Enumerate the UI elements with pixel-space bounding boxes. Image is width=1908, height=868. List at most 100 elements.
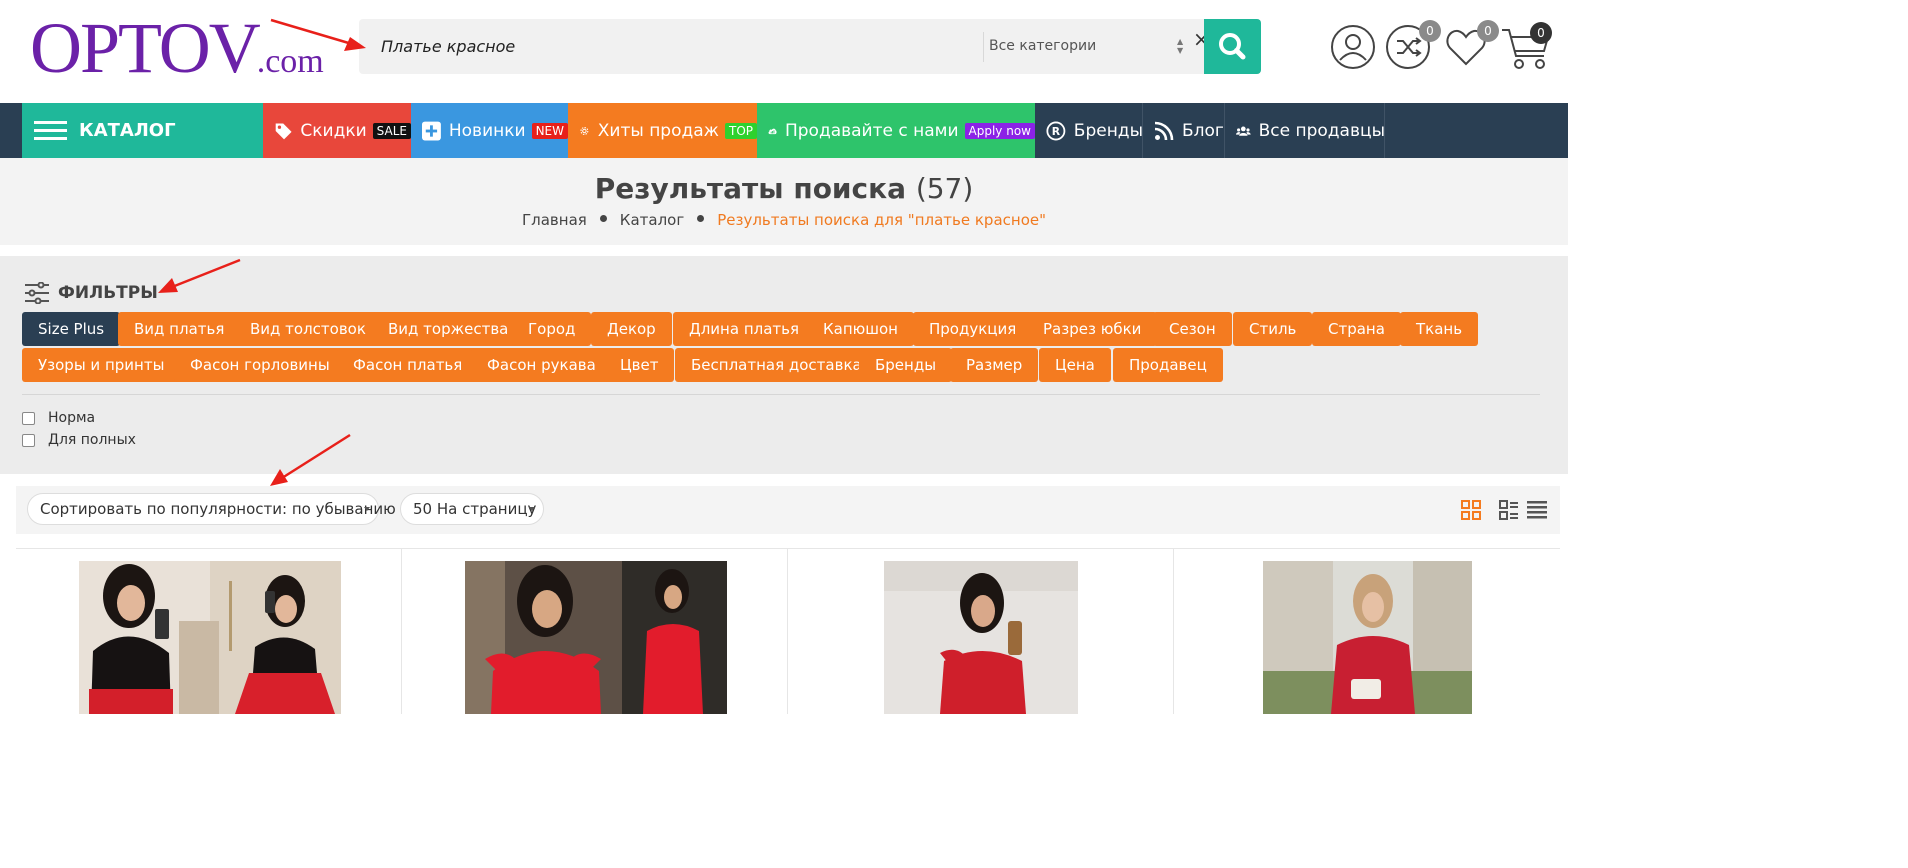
option-plus-size[interactable]: Для полных bbox=[22, 432, 136, 448]
apply-now-badge: Apply now bbox=[964, 122, 1035, 139]
site-header: OPTOV.com Все категории ▲▼ × 0 bbox=[0, 0, 1568, 103]
product-card[interactable] bbox=[16, 549, 402, 714]
page-title: Результаты поиска (57) bbox=[0, 172, 1568, 205]
filter-chip[interactable]: Декор bbox=[591, 312, 672, 346]
breadcrumb: Главная Каталог Результаты поиска для "пла… bbox=[0, 211, 1568, 229]
compare-button[interactable]: 0 bbox=[1385, 20, 1441, 70]
nav-brands[interactable]: R Бренды bbox=[1035, 103, 1143, 158]
sale-badge: SALE bbox=[372, 122, 411, 139]
sort-order-select[interactable]: Сортировать по популярности: по убыванию bbox=[27, 493, 396, 525]
breadcrumb-catalog[interactable]: Каталог bbox=[620, 211, 684, 229]
search-bar: Все категории ▲▼ × bbox=[359, 19, 1261, 74]
nav-sellers[interactable]: Все продавцы bbox=[1225, 103, 1385, 158]
site-logo[interactable]: OPTOV.com bbox=[30, 8, 324, 88]
checkbox[interactable] bbox=[22, 411, 35, 425]
filter-chip[interactable]: Фасон рукава bbox=[471, 348, 612, 382]
cart-button[interactable]: 0 bbox=[1500, 22, 1554, 70]
filter-chip[interactable]: Фасон платья bbox=[337, 348, 479, 382]
filter-chip[interactable]: Размер bbox=[950, 348, 1039, 382]
list-view-icon[interactable] bbox=[1527, 500, 1547, 520]
breadcrumb-separator bbox=[599, 215, 607, 222]
filter-chip[interactable]: Капюшон bbox=[807, 312, 914, 346]
catalog-menu-button[interactable]: КАТАЛОГ bbox=[22, 103, 263, 158]
search-category-label: Все категории bbox=[989, 38, 1097, 54]
nav-sale-label: Скидки bbox=[300, 120, 367, 141]
nav-sell[interactable]: Продавайте с нами Apply now bbox=[757, 103, 1035, 158]
option-label: Для полных bbox=[48, 432, 136, 448]
nav-sale[interactable]: Скидки SALE bbox=[263, 103, 411, 158]
filter-chip[interactable]: Цена bbox=[1039, 348, 1111, 382]
filter-chip[interactable]: Бренды bbox=[859, 348, 953, 382]
filters-divider bbox=[22, 394, 1540, 395]
catalog-label: КАТАЛОГ bbox=[79, 120, 176, 141]
filter-chip[interactable]: Узоры и принты bbox=[22, 348, 181, 382]
search-input[interactable] bbox=[359, 19, 984, 74]
main-nav: КАТАЛОГ Скидки SALE Новинки NEW Хиты про… bbox=[0, 103, 1568, 158]
compare-count-badge: 0 bbox=[1419, 20, 1441, 42]
rss-icon bbox=[1154, 121, 1174, 140]
filter-chip[interactable]: Ткань bbox=[1400, 312, 1479, 346]
sort-order-label: Сортировать по популярности: по убыванию bbox=[40, 500, 396, 518]
option-label: Норма bbox=[48, 410, 96, 426]
select-arrows-icon: ▲ ▼ bbox=[1177, 37, 1184, 55]
compact-list-view-icon[interactable] bbox=[1499, 500, 1519, 520]
cloud-chart-icon bbox=[768, 128, 777, 134]
nav-blog[interactable]: Блог bbox=[1143, 103, 1225, 158]
filter-chip[interactable]: Вид торжества bbox=[372, 312, 525, 346]
product-card[interactable] bbox=[788, 549, 1174, 714]
product-image[interactable] bbox=[1263, 561, 1472, 714]
filter-chip[interactable]: Продукция bbox=[913, 312, 1033, 346]
filter-chip-size-plus[interactable]: Size Plus bbox=[22, 312, 121, 346]
wishlist-button[interactable]: 0 bbox=[1443, 20, 1499, 70]
gear-icon bbox=[580, 126, 589, 135]
new-badge: NEW bbox=[531, 122, 568, 139]
nav-sell-label: Продавайте с нами bbox=[784, 120, 959, 141]
nav-blog-label: Блог bbox=[1182, 120, 1224, 141]
wishlist-count-badge: 0 bbox=[1477, 20, 1499, 42]
filter-chip[interactable]: Сезон bbox=[1153, 312, 1232, 346]
filter-chip[interactable]: Вид толстовок bbox=[234, 312, 382, 346]
hamburger-icon bbox=[34, 120, 67, 140]
filter-chip[interactable]: Разрез юбки bbox=[1027, 312, 1158, 346]
filter-chip[interactable]: Фасон горловины bbox=[174, 348, 346, 382]
filter-chip[interactable]: Цвет bbox=[604, 348, 675, 382]
search-category-select[interactable]: Все категории bbox=[989, 19, 1189, 74]
product-image[interactable] bbox=[465, 561, 727, 714]
results-count: (57) bbox=[915, 172, 974, 205]
nav-new-label: Новинки bbox=[448, 120, 526, 141]
product-card[interactable] bbox=[1174, 549, 1560, 714]
filter-chip[interactable]: Продавец bbox=[1113, 348, 1223, 382]
breadcrumb-home[interactable]: Главная bbox=[522, 211, 587, 229]
nav-divider bbox=[1384, 103, 1385, 158]
logo-suffix-text: .com bbox=[256, 43, 324, 80]
grid-view-icon[interactable] bbox=[1461, 500, 1481, 520]
product-grid bbox=[16, 548, 1560, 714]
breadcrumb-separator bbox=[697, 215, 705, 222]
filters-heading[interactable]: ФИЛЬТРЫ bbox=[24, 282, 158, 304]
search-button[interactable] bbox=[1204, 19, 1261, 74]
search-divider bbox=[983, 32, 984, 62]
filters-heading-label: ФИЛЬТРЫ bbox=[58, 283, 158, 303]
filters-panel: ФИЛЬТРЫ Size Plus Вид платья Вид толстов… bbox=[0, 256, 1568, 474]
checkbox[interactable] bbox=[22, 433, 35, 447]
logo-main-text: OPTOV bbox=[30, 8, 261, 88]
filter-chip[interactable]: Страна bbox=[1312, 312, 1401, 346]
caret-down-icon bbox=[364, 507, 370, 511]
search-icon bbox=[1219, 33, 1246, 60]
product-image[interactable] bbox=[79, 561, 341, 714]
top-badge: TOP bbox=[724, 122, 757, 139]
filter-chip[interactable]: Стиль bbox=[1233, 312, 1313, 346]
filter-chip[interactable]: Вид платья bbox=[118, 312, 241, 346]
filter-chip[interactable]: Длина платья bbox=[673, 312, 816, 346]
nav-top[interactable]: Хиты продаж TOP bbox=[568, 103, 757, 158]
nav-new[interactable]: Новинки NEW bbox=[411, 103, 568, 158]
filter-chip[interactable]: Город bbox=[512, 312, 592, 346]
product-image[interactable] bbox=[884, 561, 1078, 714]
per-page-select[interactable]: 50 На страницу bbox=[400, 493, 544, 525]
users-icon bbox=[1236, 126, 1251, 136]
filter-chip[interactable]: Бесплатная доставка bbox=[675, 348, 878, 382]
product-card[interactable] bbox=[402, 549, 788, 714]
account-button[interactable] bbox=[1330, 24, 1376, 70]
caret-down-icon bbox=[529, 507, 535, 511]
option-norm[interactable]: Норма bbox=[22, 410, 95, 426]
